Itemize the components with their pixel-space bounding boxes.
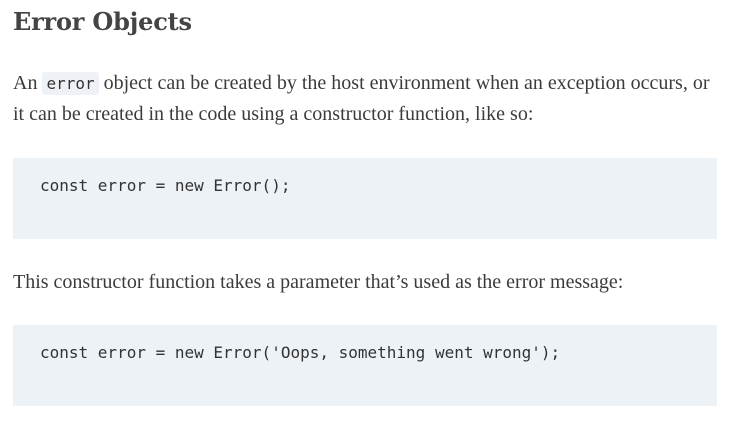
section-heading: Error Objects xyxy=(13,7,192,36)
inline-code-error: error xyxy=(42,72,99,95)
code-block-message: const error = new Error('Oops, something… xyxy=(13,325,717,406)
parameter-paragraph: This constructor function takes a parame… xyxy=(13,271,624,293)
intro-paragraph: An error object can be created by the ho… xyxy=(13,68,717,130)
intro-text-after: object can be created by the host enviro… xyxy=(13,72,710,125)
article: Error Objects An error object can be cre… xyxy=(0,0,732,423)
code-line: const error = new Error(); xyxy=(40,176,291,195)
intro-text-before: An xyxy=(13,72,43,94)
code-block-constructor: const error = new Error(); xyxy=(13,158,717,239)
code-line: const error = new Error('Oops, something… xyxy=(40,343,561,362)
